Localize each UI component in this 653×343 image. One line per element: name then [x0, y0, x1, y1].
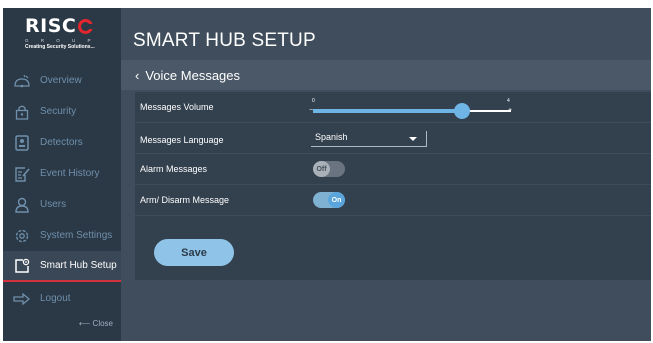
arm-toggle-state: On — [328, 192, 345, 208]
logo-o-mark — [78, 18, 94, 34]
sidebar-item-label: Detectors — [40, 137, 83, 148]
arm-row: Arm/ Disarm Message On — [135, 185, 651, 216]
slider-min-label: 0 — [312, 98, 315, 104]
sidebar-item-event-history[interactable]: Event History — [3, 158, 121, 189]
slider-minus-icon: − — [309, 107, 314, 114]
chevron-down-icon — [409, 137, 417, 141]
detector-icon — [12, 133, 32, 153]
save-button[interactable]: Save — [154, 239, 234, 266]
sidebar-item-label: Users — [40, 199, 67, 210]
overview-icon — [12, 71, 32, 91]
language-row: Messages Language Spanish — [135, 123, 651, 154]
subheader-bar: ‹ Voice Messages — [121, 60, 651, 90]
arm-toggle[interactable]: On — [313, 192, 345, 208]
slider-thumb[interactable] — [453, 103, 470, 119]
sidebar-close-link[interactable]: ⟵ Close — [79, 319, 113, 328]
alarm-row: Alarm Messages Off — [135, 154, 651, 185]
sidebar-item-overview[interactable]: Overview — [3, 65, 121, 96]
volume-slider[interactable]: 0 4 − + — [309, 98, 519, 120]
sidebar-item-system-settings[interactable]: System Settings — [3, 220, 121, 251]
language-select-value: Spanish — [315, 132, 348, 142]
lock-icon — [12, 102, 32, 122]
language-select[interactable]: Spanish — [311, 131, 427, 147]
back-link-label: Voice Messages — [145, 68, 241, 83]
sidebar-item-users[interactable]: Users — [3, 189, 121, 220]
user-icon — [12, 195, 32, 215]
sidebar-item-security[interactable]: Security — [3, 96, 121, 127]
brand-logo: RISC G R O U P Creating Security Solutio… — [25, 16, 115, 50]
sidebar-item-label: Security — [40, 106, 77, 117]
volume-row: Messages Volume 0 4 − + — [135, 92, 651, 123]
main-content: SMART HUB SETUP ‹ Voice Messages Messages… — [121, 8, 651, 341]
history-icon — [12, 164, 32, 184]
sidebar-item-detectors[interactable]: Detectors — [3, 127, 121, 158]
back-link[interactable]: ‹ Voice Messages — [135, 68, 240, 83]
chevron-left-icon: ‹ — [135, 68, 140, 83]
sidebar-item-label: Smart Hub Setup — [40, 260, 117, 271]
slider-plus-icon: + — [508, 107, 513, 114]
hub-setup-icon — [12, 256, 32, 276]
gear-icon — [12, 226, 32, 246]
sidebar: RISC G R O U P Creating Security Solutio… — [3, 8, 121, 341]
sidebar-item-logout[interactable]: Logout — [3, 283, 121, 314]
arm-label: Arm/ Disarm Message — [140, 195, 230, 205]
alarm-label: Alarm Messages — [140, 164, 208, 174]
language-label: Messages Language — [140, 135, 224, 145]
brand-group: G R O U P — [25, 38, 97, 43]
slider-fill — [313, 109, 462, 113]
sidebar-item-label: Logout — [40, 293, 71, 304]
alarm-toggle[interactable]: Off — [313, 161, 345, 177]
sidebar-item-label: Overview — [40, 75, 82, 86]
logout-icon — [12, 289, 32, 309]
volume-label: Messages Volume — [140, 102, 214, 112]
slider-max-label: 4 — [507, 98, 510, 104]
app-frame: RISC G R O U P Creating Security Solutio… — [3, 8, 651, 341]
page-title: SMART HUB SETUP — [133, 30, 316, 51]
brand-name: RISC — [25, 15, 77, 37]
sidebar-item-smart-hub-setup[interactable]: Smart Hub Setup — [3, 251, 121, 282]
brand-tagline: Creating Security Solutions... — [25, 44, 95, 50]
alarm-toggle-state: Off — [313, 161, 330, 177]
sidebar-item-label: Event History — [40, 168, 100, 179]
sidebar-item-label: System Settings — [40, 230, 113, 241]
